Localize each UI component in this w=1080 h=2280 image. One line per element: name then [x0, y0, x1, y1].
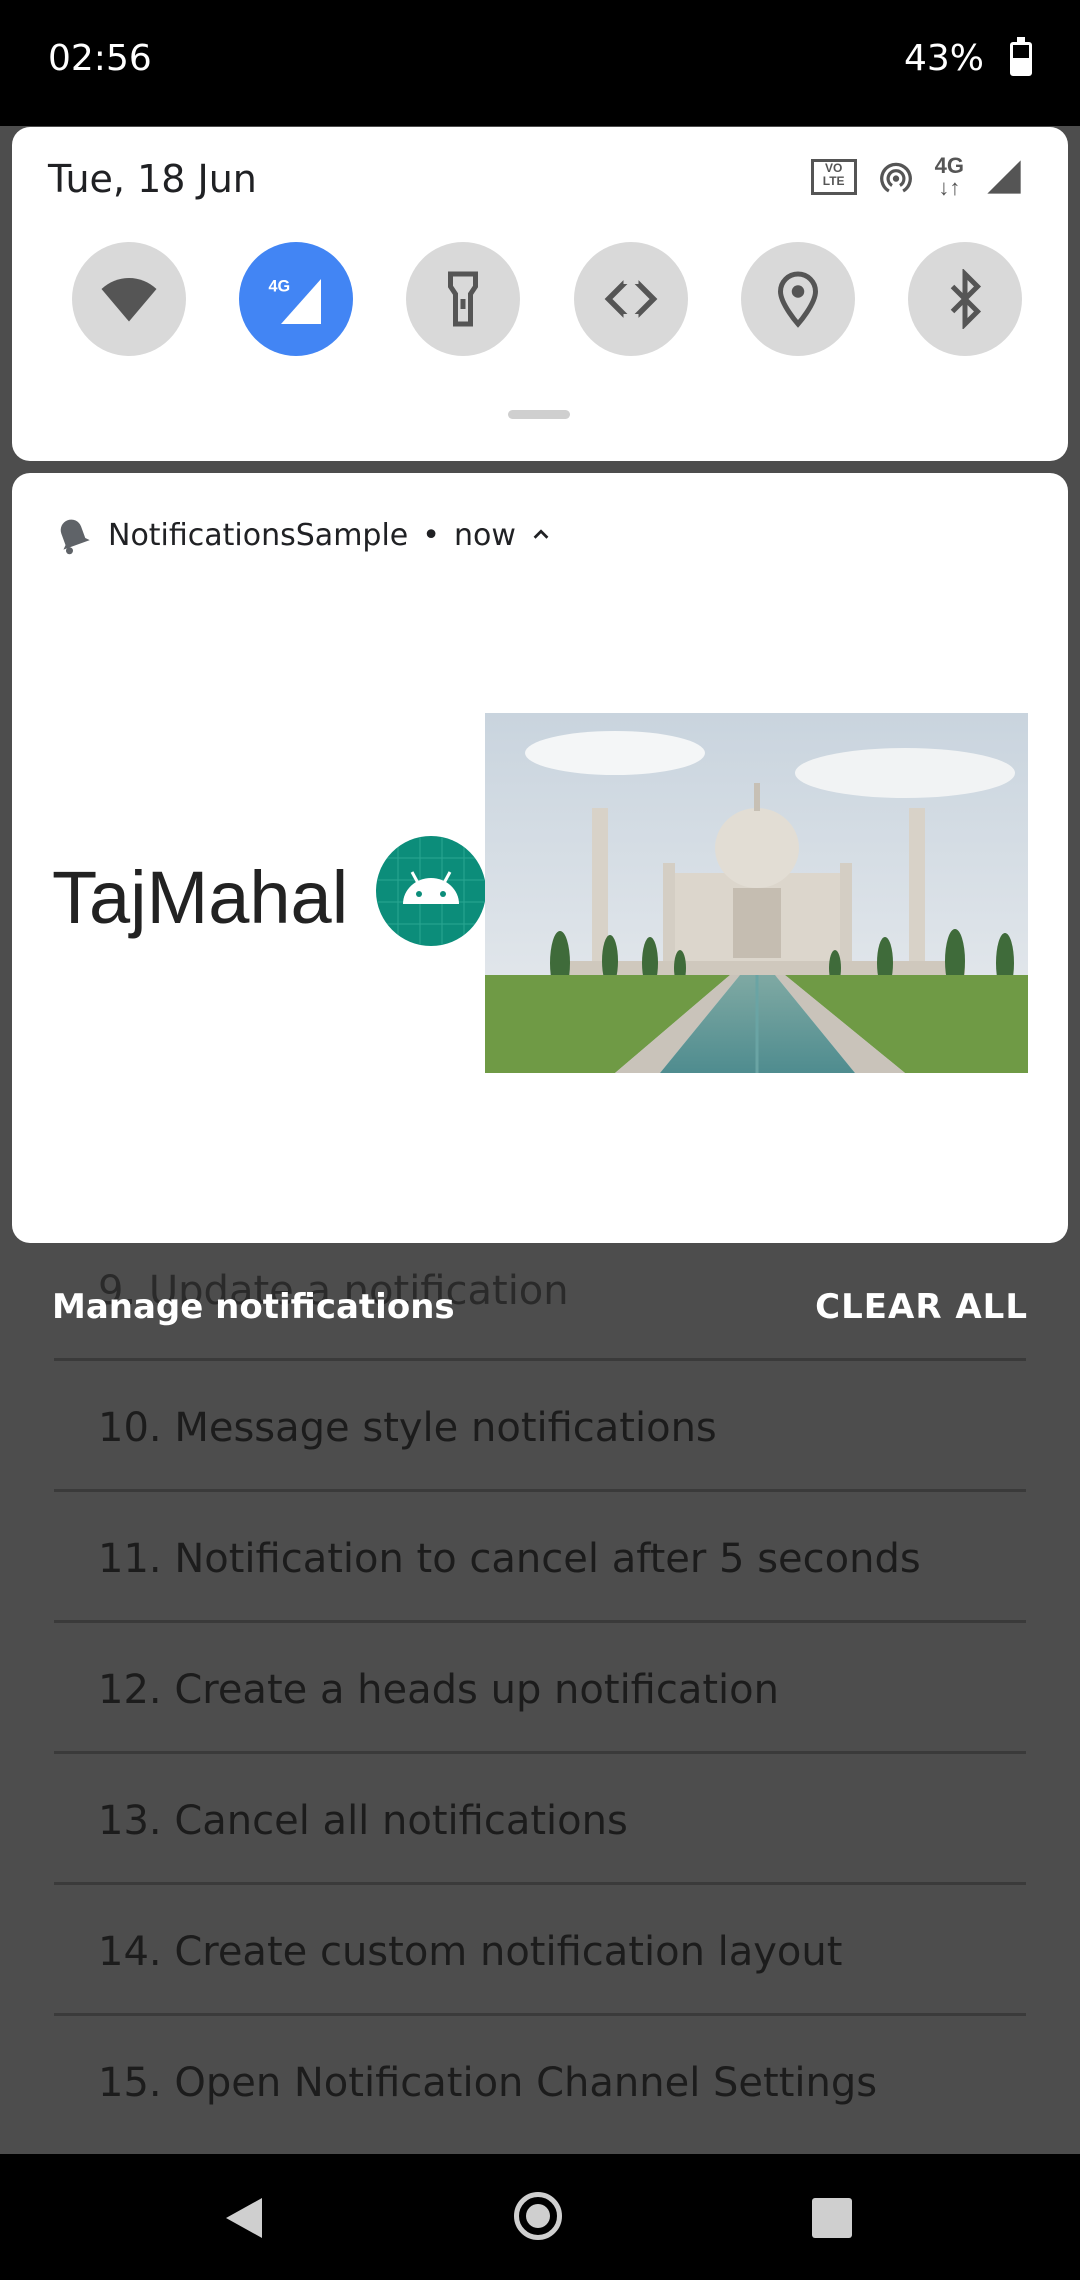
notification-image	[485, 713, 1028, 1073]
notification-card[interactable]: NotificationsSample • now TajMahal	[12, 473, 1068, 1243]
status-bar: 02:56 43%	[0, 0, 1080, 126]
android-icon	[376, 836, 486, 946]
tile-bluetooth[interactable]	[907, 242, 1022, 356]
list-item: 15. Open Notification Channel Settings	[54, 2016, 1026, 2147]
separator-dot: •	[422, 517, 440, 553]
hotspot-icon	[879, 162, 912, 193]
tile-mobile-data[interactable]: 4G	[239, 242, 354, 356]
app-name: NotificationsSample	[108, 517, 409, 553]
battery-percent: 43%	[903, 38, 984, 79]
status-icons: VO LTE 4G ↓↑	[810, 153, 1024, 200]
location-icon	[777, 271, 818, 328]
list-item: 10. Message style notifications	[54, 1361, 1026, 1492]
svg-text:4G: 4G	[269, 278, 291, 296]
notification-title: TajMahal	[52, 856, 349, 939]
wifi-icon	[101, 278, 157, 322]
back-icon[interactable]	[222, 2194, 266, 2242]
volte-icon: VO LTE	[810, 159, 857, 195]
notification-time: now	[453, 517, 516, 553]
clear-all-button[interactable]: CLEAR ALL	[815, 1287, 1028, 1327]
bluetooth-icon	[950, 269, 981, 329]
bell-icon	[60, 519, 90, 555]
mobile-data-icon: 4G	[269, 278, 322, 324]
background-list: 10. Message style notifications 11. Noti…	[54, 1230, 1026, 2147]
flashlight-icon	[448, 271, 479, 327]
list-item: 12. Create a heads up notification	[54, 1623, 1026, 1754]
tile-auto-rotate[interactable]	[573, 242, 688, 356]
date: Tue, 18 Jun	[48, 157, 257, 201]
drag-handle[interactable]	[508, 410, 570, 419]
list-item: 11. Notification to cancel after 5 secon…	[54, 1492, 1026, 1623]
tile-location[interactable]	[740, 242, 855, 356]
list-item: 14. Create custom notification layout	[54, 1885, 1026, 2016]
chevron-up-icon[interactable]	[530, 524, 552, 546]
navigation-bar	[0, 2154, 1080, 2280]
tile-flashlight[interactable]	[406, 242, 521, 356]
rotate-icon	[604, 271, 657, 327]
quick-settings-panel: Tue, 18 Jun VO LTE 4G ↓↑ 4G	[12, 127, 1068, 461]
notification-header: NotificationsSample • now	[52, 513, 552, 557]
list-item-label: 15. Open Notification Channel Settings	[98, 2060, 878, 2106]
signal-icon	[987, 160, 1021, 194]
status-time: 02:56	[48, 38, 152, 79]
list-item-label: 12. Create a heads up notification	[98, 1667, 779, 1713]
list-item-label: 14. Create custom notification layout	[98, 1929, 843, 1975]
list-item-label: 11. Notification to cancel after 5 secon…	[98, 1536, 921, 1582]
recents-icon[interactable]	[812, 2198, 852, 2238]
list-item-label: 13. Cancel all notifications	[98, 1798, 628, 1844]
manage-notifications-button[interactable]: Manage notifications	[52, 1287, 455, 1327]
network-type-label: 4G	[934, 153, 964, 178]
list-item: 13. Cancel all notifications	[54, 1754, 1026, 1885]
home-icon[interactable]	[514, 2192, 562, 2240]
network-type-icon: 4G ↓↑	[934, 153, 964, 200]
list-item-label: 10. Message style notifications	[98, 1405, 717, 1451]
tile-wifi[interactable]	[72, 242, 186, 356]
battery-icon	[1010, 37, 1032, 76]
quick-tiles: 4G	[72, 242, 1022, 356]
